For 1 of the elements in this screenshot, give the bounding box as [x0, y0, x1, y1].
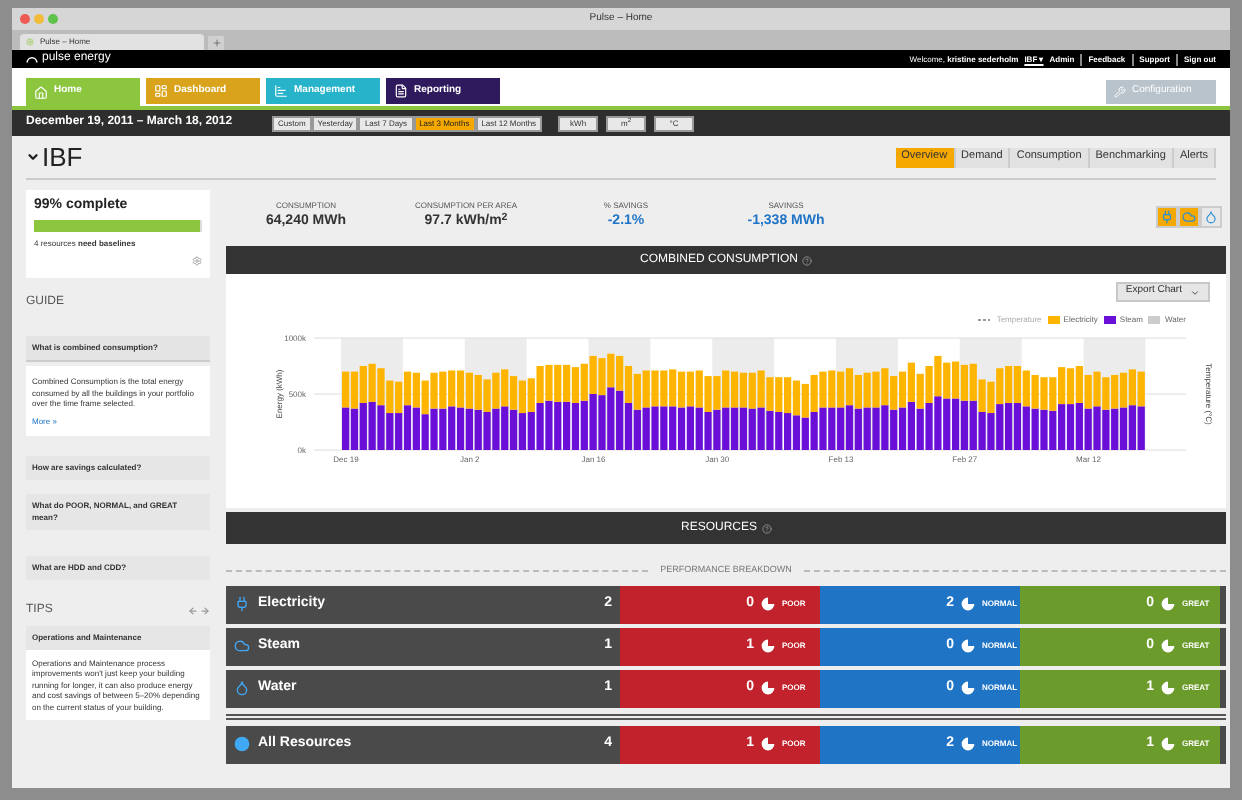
- page-title: IBF: [42, 139, 83, 176]
